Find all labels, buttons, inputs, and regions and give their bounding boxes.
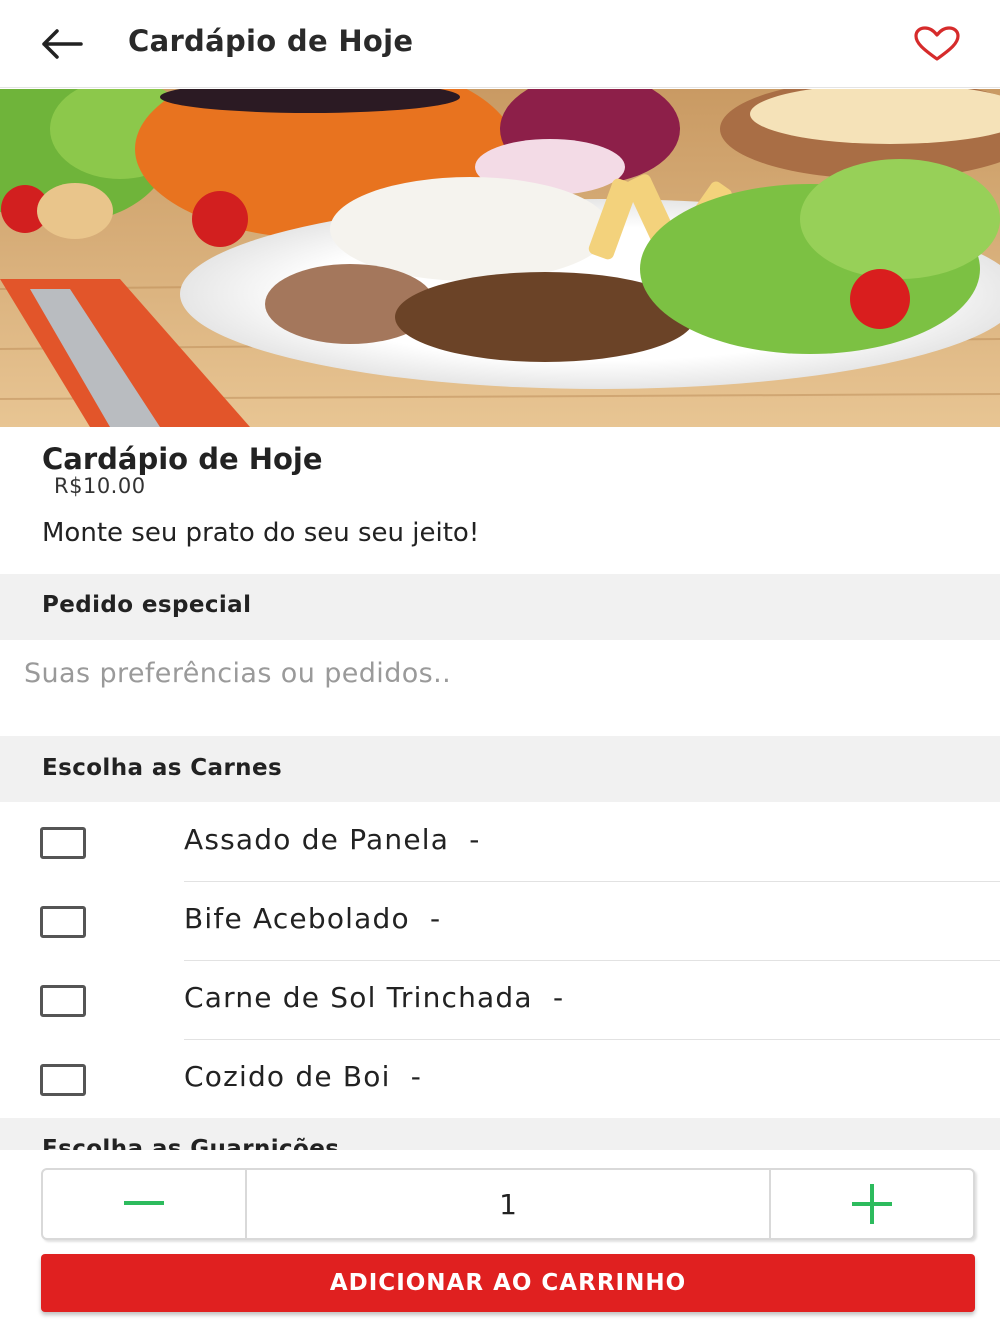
bottom-action-bar: 1 ADICIONAR AO CARRINHO <box>0 1150 1000 1334</box>
decrease-quantity-button[interactable] <box>43 1170 247 1238</box>
add-to-cart-button[interactable]: ADICIONAR AO CARRINHO <box>41 1254 975 1312</box>
minus-icon <box>124 1201 164 1205</box>
meat-option-label: Assado de Panela - <box>184 823 481 856</box>
quantity-value: 1 <box>499 1187 517 1221</box>
quantity-stepper: 1 <box>41 1168 975 1240</box>
special-request-title: Pedido especial <box>42 592 252 618</box>
meat-option-label: Cozido de Boi - <box>184 1060 423 1093</box>
meat-option-row[interactable]: Bife Acebolado - <box>0 882 1000 961</box>
heart-outline-icon <box>914 26 960 61</box>
product-name: Cardápio de Hoje <box>42 442 323 476</box>
plus-icon <box>852 1184 892 1224</box>
increase-quantity-button[interactable] <box>769 1170 973 1238</box>
meat-checkbox[interactable] <box>40 827 86 859</box>
favorite-button[interactable] <box>906 20 968 68</box>
arrow-left-icon <box>42 29 83 59</box>
special-request-header: Pedido especial <box>0 574 1000 640</box>
product-price: R$10.00 <box>54 474 146 498</box>
meat-option-row[interactable]: Assado de Panela - <box>0 803 1000 882</box>
meat-checkbox[interactable] <box>40 906 86 938</box>
special-request-input[interactable] <box>24 648 974 698</box>
page-title: Cardápio de Hoje <box>128 24 414 58</box>
product-description: Monte seu prato do seu seu jeito! <box>42 518 480 548</box>
meat-checkbox[interactable] <box>40 1064 86 1096</box>
dish-image <box>0 89 1000 427</box>
meat-option-row[interactable]: Cozido de Boi - <box>0 1040 1000 1119</box>
back-button[interactable] <box>34 22 88 66</box>
meat-option-row[interactable]: Carne de Sol Trinchada - <box>0 961 1000 1040</box>
meat-checkbox[interactable] <box>40 985 86 1017</box>
meats-section-title: Escolha as Carnes <box>42 755 283 781</box>
meats-section-header: Escolha as Carnes <box>0 736 1000 802</box>
meat-option-label: Carne de Sol Trinchada - <box>184 981 565 1014</box>
meat-option-label: Bife Acebolado - <box>184 902 442 935</box>
app-header: Cardápio de Hoje <box>0 0 1000 88</box>
